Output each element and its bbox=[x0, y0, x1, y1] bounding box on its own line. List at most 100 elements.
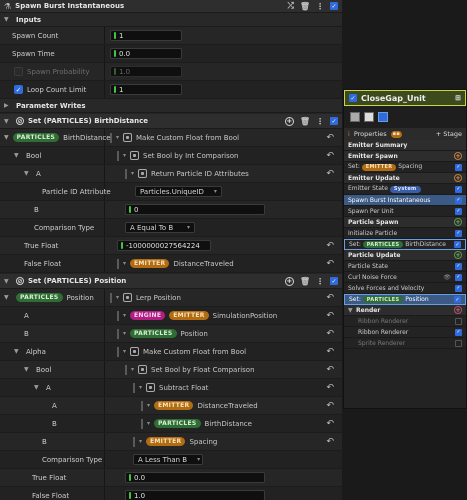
node-item-selected[interactable]: Set: PARTICLES Position ✓ bbox=[344, 294, 466, 305]
loop-count-checkbox[interactable]: ✓ bbox=[14, 85, 23, 94]
linked-value[interactable]: BirthDistance bbox=[205, 420, 252, 428]
chevron-down-icon[interactable]: ▾ bbox=[131, 170, 134, 177]
more-icon[interactable]: ⋮ bbox=[316, 117, 324, 126]
reset-icon[interactable]: ↶ bbox=[326, 347, 334, 357]
chevron-down-icon[interactable]: ▾ bbox=[139, 384, 142, 391]
node-item[interactable]: Ribbon Renderer ✓ bbox=[344, 327, 466, 338]
chevron-down-icon[interactable]: ▾ bbox=[123, 260, 126, 267]
tab-stage[interactable]: + Stage bbox=[436, 130, 462, 138]
shuffle-icon[interactable]: ⤮ bbox=[287, 1, 293, 11]
checkbox[interactable] bbox=[455, 339, 462, 347]
set-birthdistance-header[interactable]: ▼ ⊘ Set (PARTICLES) BirthDistance + 🗑 ⋮ … bbox=[0, 114, 342, 129]
node-item[interactable]: Particle Update + bbox=[344, 250, 466, 261]
chevron-down-icon[interactable]: ▾ bbox=[116, 134, 119, 141]
spawn-count-input[interactable]: 1 bbox=[110, 30, 182, 41]
node-title-bar[interactable]: ✓ CloseGap_Unit ⊞ bbox=[344, 90, 466, 106]
reset-icon[interactable]: ↶ bbox=[326, 419, 334, 429]
node-item[interactable]: Particle State ✓ bbox=[344, 261, 466, 272]
node-item[interactable]: Curl Noise Force 👁 ✓ bbox=[344, 272, 466, 283]
reset-icon[interactable]: ↶ bbox=[326, 437, 334, 447]
node-item[interactable]: Ribbon Renderer bbox=[344, 316, 466, 327]
checkbox[interactable]: ✓ bbox=[455, 284, 462, 292]
node-item[interactable]: Particle Spawn + bbox=[344, 217, 466, 228]
dynamic-input[interactable]: Subtract Float bbox=[159, 384, 208, 392]
checkbox[interactable]: ✓ bbox=[455, 328, 462, 336]
reset-icon[interactable]: ↶ bbox=[326, 311, 334, 321]
chevron-down-icon[interactable]: ▾ bbox=[123, 348, 126, 355]
swatch[interactable] bbox=[378, 112, 388, 122]
true-float-input[interactable]: -1000000027564224 bbox=[117, 240, 211, 251]
spawn-time-input[interactable]: 0.0 bbox=[110, 48, 182, 59]
comparison-type-dropdown[interactable]: A Less Than B ▾ bbox=[133, 454, 203, 465]
enable-checkbox[interactable]: ✓ bbox=[330, 277, 338, 285]
add-icon[interactable]: + bbox=[454, 218, 462, 226]
trash-icon[interactable]: 🗑 bbox=[300, 277, 310, 286]
eye-icon[interactable]: 👁 bbox=[443, 274, 451, 281]
reset-icon[interactable]: ↶ bbox=[326, 169, 334, 179]
enable-checkbox[interactable]: ✓ bbox=[330, 117, 338, 125]
add-icon[interactable]: + bbox=[284, 276, 294, 286]
add-icon[interactable]: + bbox=[454, 152, 462, 160]
swatch[interactable] bbox=[364, 112, 374, 122]
checkbox[interactable] bbox=[455, 317, 462, 325]
emitter-node[interactable]: ✓ CloseGap_Unit ⊞ i Properties ▪▪ + Stag… bbox=[343, 89, 467, 409]
spawn-probability-input[interactable]: 1.0 bbox=[110, 66, 182, 77]
reset-icon[interactable]: ↶ bbox=[326, 241, 334, 251]
chevron-down-icon[interactable]: ▾ bbox=[139, 438, 142, 445]
chevron-down-icon[interactable]: ▾ bbox=[123, 312, 126, 319]
b-input[interactable]: 0 bbox=[125, 204, 265, 215]
chevron-down-icon[interactable]: ▾ bbox=[131, 366, 134, 373]
more-icon[interactable]: ⋮ bbox=[316, 277, 324, 286]
reset-icon[interactable]: ↶ bbox=[326, 133, 334, 143]
more-icon[interactable]: ⋮ bbox=[316, 2, 324, 11]
add-icon[interactable]: + bbox=[454, 306, 462, 314]
false-float-input[interactable]: 1.0 bbox=[125, 490, 265, 500]
dynamic-input[interactable]: Set Bool by Int Comparison bbox=[143, 152, 238, 160]
checkbox[interactable]: ✓ bbox=[454, 296, 461, 303]
dynamic-input[interactable]: Set Bool by Float Comparison bbox=[151, 366, 255, 374]
swatch[interactable] bbox=[350, 112, 360, 122]
node-item[interactable]: Emitter Summary bbox=[344, 140, 466, 151]
more-icon[interactable]: ⊞ bbox=[455, 94, 461, 102]
tab-properties[interactable]: Properties bbox=[354, 130, 387, 138]
node-item[interactable]: Emitter Update + bbox=[344, 173, 466, 184]
dynamic-input[interactable]: Make Custom Float from Bool bbox=[136, 134, 239, 142]
linked-value[interactable]: Spacing bbox=[189, 438, 217, 446]
linked-value[interactable]: DistanceTraveled bbox=[173, 260, 233, 268]
reset-icon[interactable]: ↶ bbox=[326, 293, 334, 303]
trash-icon[interactable]: 🗑 bbox=[300, 2, 310, 11]
checkbox[interactable]: ✓ bbox=[454, 241, 461, 248]
checkbox[interactable]: ✓ bbox=[455, 229, 462, 237]
node-item[interactable]: Emitter State System ✓ bbox=[344, 184, 466, 195]
checkbox[interactable]: ✓ bbox=[455, 196, 462, 204]
add-icon[interactable]: + bbox=[454, 174, 462, 182]
node-item[interactable]: Set: PARTICLES BirthDistance ✓ bbox=[344, 239, 466, 250]
trash-icon[interactable]: 🗑 bbox=[300, 117, 310, 126]
node-item[interactable]: Emitter Spawn + bbox=[344, 151, 466, 162]
true-float-input[interactable]: 0.0 bbox=[125, 472, 265, 483]
dynamic-input[interactable]: Return Particle ID Attributes bbox=[151, 170, 249, 178]
node-item[interactable]: Initialize Particle ✓ bbox=[344, 228, 466, 239]
add-icon[interactable]: + bbox=[284, 116, 294, 126]
reset-icon[interactable]: ↶ bbox=[326, 401, 334, 411]
chevron-down-icon[interactable]: ▾ bbox=[116, 294, 119, 301]
linked-value[interactable]: DistanceTraveled bbox=[197, 402, 257, 410]
chevron-down-icon[interactable]: ▾ bbox=[123, 330, 126, 337]
node-item-selected[interactable]: Spawn Burst Instantaneous ✓ bbox=[344, 195, 466, 206]
dynamic-input[interactable]: Make Custom Float from Bool bbox=[143, 348, 246, 356]
comparison-type-dropdown[interactable]: A Equal To B ▾ bbox=[125, 222, 195, 233]
inputs-group[interactable]: ▼ Inputs bbox=[0, 13, 342, 27]
reset-icon[interactable]: ↶ bbox=[326, 365, 334, 375]
node-item[interactable]: Spawn Per Unit ✓ bbox=[344, 206, 466, 217]
checkbox[interactable]: ✓ bbox=[455, 207, 462, 215]
reset-icon[interactable]: ↶ bbox=[326, 329, 334, 339]
reset-icon[interactable]: ↶ bbox=[326, 259, 334, 269]
enable-checkbox[interactable]: ✓ bbox=[330, 2, 338, 10]
linked-value[interactable]: SimulationPosition bbox=[213, 312, 278, 320]
add-icon[interactable]: + bbox=[454, 251, 462, 259]
spawn-burst-header[interactable]: ⚗ Spawn Burst Instantaneous ⤮ 🗑 ⋮ ✓ bbox=[0, 0, 342, 13]
linked-value[interactable]: Position bbox=[181, 330, 208, 338]
chevron-down-icon[interactable]: ▾ bbox=[147, 420, 150, 427]
reset-icon[interactable]: ↶ bbox=[326, 383, 334, 393]
checkbox[interactable]: ✓ bbox=[455, 163, 462, 171]
